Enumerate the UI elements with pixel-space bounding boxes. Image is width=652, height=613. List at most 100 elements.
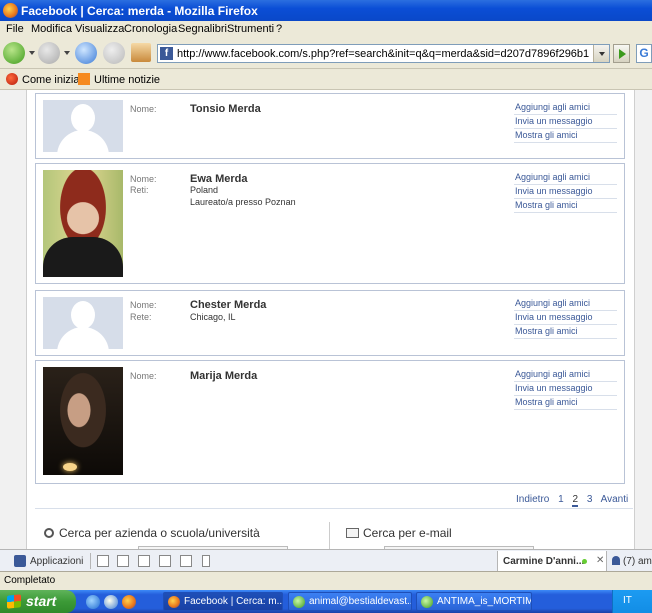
- name-label: Nome:: [130, 371, 157, 381]
- system-tray: IT: [612, 590, 652, 613]
- right-gutter: [634, 90, 652, 549]
- show-friends-link[interactable]: Mostra gli amici: [514, 325, 617, 339]
- back-history-chevron-icon[interactable]: [29, 51, 35, 55]
- network-label: Rete:: [130, 312, 152, 322]
- result-actions: Aggiungi agli amici Invia un messaggio M…: [514, 101, 617, 143]
- start-button[interactable]: start: [0, 590, 76, 613]
- name-label: Nome:: [130, 300, 157, 310]
- network-value[interactable]: Laureato/a presso Poznan: [190, 197, 296, 207]
- send-message-link[interactable]: Invia un messaggio: [514, 382, 617, 396]
- taskbar: start Facebook | Cerca: m... animal@best…: [0, 590, 652, 613]
- address-bar[interactable]: f http://www.facebook.com/s.php?ref=sear…: [157, 44, 610, 63]
- url-text[interactable]: http://www.facebook.com/s.php?ref=search…: [177, 48, 589, 60]
- network-value[interactable]: Chicago, IL: [190, 312, 236, 322]
- navigation-toolbar: f http://www.facebook.com/s.php?ref=sear…: [0, 38, 652, 69]
- name-label: Nome:: [130, 104, 157, 114]
- result-name[interactable]: Tonsio Merda: [190, 103, 261, 115]
- close-icon[interactable]: ✕: [596, 555, 604, 566]
- pagination-page[interactable]: 1: [558, 494, 564, 505]
- divider: [90, 553, 91, 569]
- stop-icon[interactable]: [103, 42, 125, 64]
- pagination: Indietro 1 2 3 Avanti: [516, 494, 634, 507]
- result-name[interactable]: Ewa Merda: [190, 173, 247, 185]
- profile-photo[interactable]: [43, 170, 123, 277]
- send-message-link[interactable]: Invia un messaggio: [514, 115, 617, 129]
- send-message-link[interactable]: Invia un messaggio: [514, 185, 617, 199]
- people-icon: [612, 556, 620, 565]
- pagination-next[interactable]: Avanti: [601, 494, 629, 505]
- menu-visualizza[interactable]: Visualizza: [75, 23, 124, 35]
- windows-logo-icon: [7, 594, 21, 609]
- firefox-bookmark-icon: [6, 73, 18, 85]
- messenger-icon: [421, 596, 433, 608]
- notes-icon[interactable]: [138, 555, 150, 567]
- groups-icon[interactable]: [117, 555, 129, 567]
- internet-explorer-icon[interactable]: [86, 595, 100, 609]
- show-friends-link[interactable]: Mostra gli amici: [514, 199, 617, 213]
- calendar-icon[interactable]: [180, 555, 192, 567]
- add-friend-link[interactable]: Aggiungi agli amici: [514, 297, 617, 311]
- name-label: Nome:: [130, 174, 157, 184]
- bookmark-come-iniziare[interactable]: Come iniziare: [6, 73, 89, 86]
- photos-icon[interactable]: [97, 555, 109, 567]
- applications-icon[interactable]: [14, 555, 26, 567]
- pagination-prev[interactable]: Indietro: [516, 494, 549, 505]
- bookmark-ultime-notizie[interactable]: Ultime notizie: [78, 73, 160, 86]
- result-name[interactable]: Marija Merda: [190, 370, 257, 382]
- search-icon: [44, 528, 54, 538]
- messenger-icon: [293, 596, 305, 608]
- profile-placeholder-photo[interactable]: [43, 297, 123, 349]
- menu-cronologia[interactable]: Cronologia: [124, 23, 177, 35]
- taskbar-item-antima[interactable]: ANTIMA_is_MORTIM...: [416, 592, 532, 611]
- back-arrow-icon[interactable]: [3, 42, 25, 64]
- menu-segnalibri[interactable]: Segnalibri: [178, 23, 227, 35]
- add-friend-link[interactable]: Aggiungi agli amici: [514, 171, 617, 185]
- add-friend-link[interactable]: Aggiungi agli amici: [514, 101, 617, 115]
- friends-icon[interactable]: [159, 555, 171, 567]
- home-icon[interactable]: [131, 43, 151, 62]
- menu-help[interactable]: ?: [276, 23, 282, 35]
- menu-strumenti[interactable]: Strumenti: [227, 23, 274, 35]
- taskbar-item-animal[interactable]: animal@bestialdevast...: [288, 592, 412, 611]
- reload-icon[interactable]: [75, 42, 97, 64]
- page-icon[interactable]: [202, 555, 210, 567]
- show-friends-link[interactable]: Mostra gli amici: [514, 129, 617, 143]
- divider: [35, 508, 633, 509]
- rss-icon: [78, 73, 90, 85]
- result-name[interactable]: Chester Merda: [190, 299, 266, 311]
- profile-placeholder-photo[interactable]: [43, 100, 123, 152]
- online-friends[interactable]: (7) am: [612, 556, 652, 567]
- search-email-heading[interactable]: Cerca per e-mail: [346, 526, 452, 540]
- url-history-dropdown[interactable]: [593, 45, 609, 62]
- search-result-card: Nome: Ewa Merda Reti: Poland Laureato/a …: [35, 163, 625, 284]
- page-content: Nome: Tonsio Merda Aggiungi agli amici I…: [0, 90, 652, 549]
- send-message-link[interactable]: Invia un messaggio: [514, 311, 617, 325]
- forward-arrow-icon[interactable]: [38, 42, 60, 64]
- result-actions: Aggiungi agli amici Invia un messaggio M…: [514, 297, 617, 339]
- facebook-app-bar: Applicazioni Carmine D'anni... ✕ (7) am: [0, 549, 652, 571]
- firefox-icon: [168, 596, 180, 608]
- firefox-icon: [3, 3, 18, 18]
- firefox-icon[interactable]: [122, 595, 136, 609]
- quick-launch-icon[interactable]: [104, 595, 118, 609]
- pagination-page[interactable]: 3: [587, 494, 593, 505]
- search-engine-icon[interactable]: G: [636, 44, 652, 63]
- show-friends-link[interactable]: Mostra gli amici: [514, 396, 617, 410]
- menu-file[interactable]: File: [6, 23, 24, 35]
- online-status-icon: [582, 559, 587, 564]
- go-button[interactable]: [613, 44, 630, 63]
- left-gutter: [0, 90, 27, 549]
- taskbar-item-facebook[interactable]: Facebook | Cerca: m...: [163, 592, 283, 611]
- facebook-favicon-icon: f: [160, 47, 173, 60]
- menu-modifica[interactable]: Modifica: [31, 23, 72, 35]
- search-result-card: Nome: Chester Merda Rete: Chicago, IL Ag…: [35, 290, 625, 356]
- profile-photo[interactable]: [43, 367, 123, 475]
- search-company-school-heading[interactable]: Cerca per azienda o scuola/università: [44, 526, 260, 540]
- language-indicator[interactable]: IT: [623, 595, 632, 606]
- window-titlebar: Facebook | Cerca: merda - Mozilla Firefo…: [0, 0, 652, 21]
- network-value[interactable]: Poland: [190, 185, 218, 195]
- applications-label[interactable]: Applicazioni: [30, 556, 83, 567]
- forward-history-chevron-icon[interactable]: [64, 51, 70, 55]
- add-friend-link[interactable]: Aggiungi agli amici: [514, 368, 617, 382]
- chat-tab[interactable]: Carmine D'anni... ✕: [497, 551, 607, 571]
